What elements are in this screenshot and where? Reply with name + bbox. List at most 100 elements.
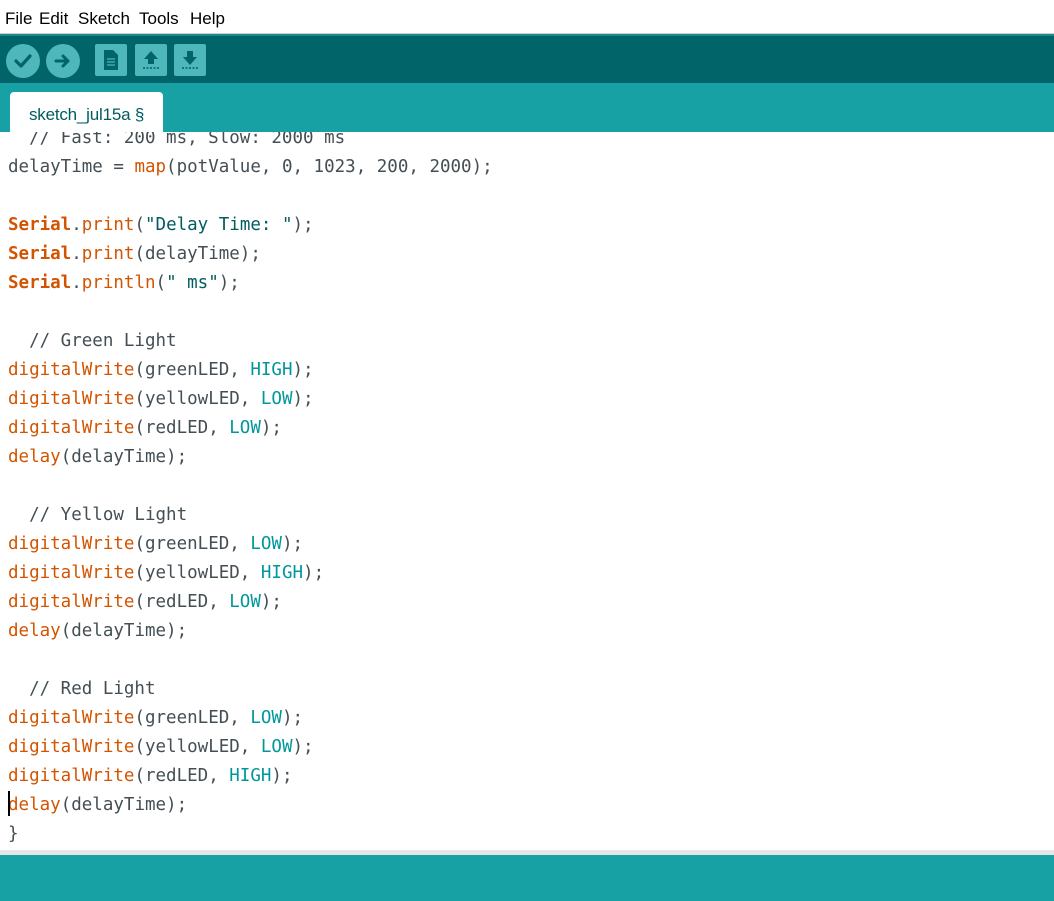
code-line: // Fast: 200 ms, Slow: 2000 ms <box>8 132 345 153</box>
menu-bar: File Edit Sketch Tools Help <box>0 0 1054 34</box>
code-token: // Green Light <box>8 331 177 351</box>
code-token: ); <box>292 215 314 235</box>
code-token: (potValue, 0, 1023, 200, 2000); <box>166 157 493 177</box>
text-caret <box>8 791 10 816</box>
code-token: HIGH <box>250 360 293 380</box>
code-token: "Delay Time: " <box>145 215 293 235</box>
code-token: (delayTime); <box>60 621 188 641</box>
code-token: digitalWrite <box>8 389 135 409</box>
menu-help[interactable]: Help <box>190 9 225 29</box>
menu-file[interactable]: File <box>5 9 32 29</box>
menu-tools[interactable]: Tools <box>139 9 179 29</box>
code-token: (yellowLED, <box>134 389 261 409</box>
code-line: digitalWrite(redLED, HIGH); <box>8 762 293 791</box>
upload-button[interactable] <box>46 44 80 78</box>
code-token: Serial <box>8 244 72 264</box>
code-line: Serial.print(delayTime); <box>8 240 261 269</box>
code-token: ); <box>281 708 304 728</box>
code-token: digitalWrite <box>8 360 135 380</box>
code-line: // Yellow Light <box>8 501 187 530</box>
code-line: delay(delayTime); <box>8 443 187 472</box>
code-token: (redLED, <box>134 418 230 438</box>
code-token: ); <box>281 534 304 554</box>
code-token: Serial <box>8 273 72 293</box>
menu-edit[interactable]: Edit <box>39 9 68 29</box>
code-token: ); <box>260 592 282 612</box>
code-token: (yellowLED, <box>134 737 261 757</box>
code-token: ); <box>292 737 314 757</box>
code-token: (redLED, <box>134 766 230 786</box>
code-line: Serial.println(" ms"); <box>8 269 240 298</box>
code-token: (yellowLED, <box>134 563 261 583</box>
verify-icon <box>14 54 32 68</box>
code-line: digitalWrite(redLED, LOW); <box>8 588 282 617</box>
code-token: // Yellow Light <box>8 505 188 525</box>
code-line: digitalWrite(yellowLED, LOW); <box>8 733 314 762</box>
code-token: HIGH <box>229 766 272 786</box>
code-line: delay(delayTime); <box>8 791 187 820</box>
code-line: digitalWrite(redLED, LOW); <box>8 414 282 443</box>
code-line: delay(delayTime); <box>8 617 187 646</box>
code-token: delayTime = <box>8 157 135 177</box>
open-icon <box>143 51 159 69</box>
status-bar <box>0 855 1054 901</box>
save-button[interactable] <box>174 44 206 76</box>
code-token: ); <box>271 766 293 786</box>
code-token: digitalWrite <box>8 418 135 438</box>
new-button[interactable] <box>95 44 127 76</box>
code-token: LOW <box>260 389 293 409</box>
code-token: delay <box>8 621 61 641</box>
code-line: // Green Light <box>8 327 177 356</box>
code-token: delay <box>8 795 61 815</box>
code-line: digitalWrite(yellowLED, LOW); <box>8 385 314 414</box>
code-token: (delayTime); <box>60 795 188 815</box>
menu-sketch[interactable]: Sketch <box>78 9 130 29</box>
code-token: ( <box>155 273 167 293</box>
code-token: LOW <box>229 418 261 438</box>
toolbar <box>0 34 1054 83</box>
code-line: digitalWrite(yellowLED, HIGH); <box>8 559 324 588</box>
code-token: digitalWrite <box>8 592 135 612</box>
verify-button[interactable] <box>6 44 40 78</box>
code-token: print <box>81 244 135 264</box>
code-token: ); <box>218 273 240 293</box>
code-token: digitalWrite <box>8 534 135 554</box>
code-line: // Red Light <box>8 675 156 704</box>
code-token: (greenLED, <box>134 534 251 554</box>
code-token: map <box>134 157 167 177</box>
code-token: digitalWrite <box>8 563 135 583</box>
upload-icon <box>54 54 70 68</box>
code-line: delayTime = map(potValue, 0, 1023, 200, … <box>8 153 493 182</box>
code-token: LOW <box>229 592 261 612</box>
code-token: LOW <box>260 737 293 757</box>
code-line: digitalWrite(greenLED, LOW); <box>8 530 303 559</box>
code-token: ); <box>292 389 314 409</box>
save-icon <box>182 51 198 69</box>
code-token: println <box>81 273 156 293</box>
code-token: (delayTime); <box>60 447 188 467</box>
code-token: digitalWrite <box>8 737 135 757</box>
code-token: LOW <box>250 534 282 554</box>
code-token: delay <box>8 447 61 467</box>
code-line: } <box>8 820 19 849</box>
code-token: . <box>71 244 82 264</box>
code-token: digitalWrite <box>8 766 135 786</box>
code-token: ( <box>134 215 145 235</box>
code-editor[interactable]: // Fast: 200 ms, Slow: 2000 ms delayTime … <box>0 132 1054 850</box>
code-token: . <box>71 273 82 293</box>
code-token: Serial <box>8 215 72 235</box>
open-button[interactable] <box>135 44 167 76</box>
tab-label: sketch_jul15a § <box>29 105 145 124</box>
code-token: (redLED, <box>134 592 230 612</box>
code-line: Serial.print("Delay Time: "); <box>8 211 314 240</box>
code-token: ); <box>303 563 325 583</box>
code-token: HIGH <box>260 563 304 583</box>
code-token: (delayTime); <box>134 244 261 264</box>
code-token: ); <box>260 418 282 438</box>
tab-sketch[interactable]: sketch_jul15a § <box>10 92 163 132</box>
code-token: // Red Light <box>8 679 156 699</box>
tab-strip: sketch_jul15a § <box>0 83 1054 132</box>
code-token: . <box>71 215 82 235</box>
new-icon <box>104 50 118 70</box>
code-token: // Fast: 200 ms, Slow: 2000 ms <box>8 132 346 148</box>
